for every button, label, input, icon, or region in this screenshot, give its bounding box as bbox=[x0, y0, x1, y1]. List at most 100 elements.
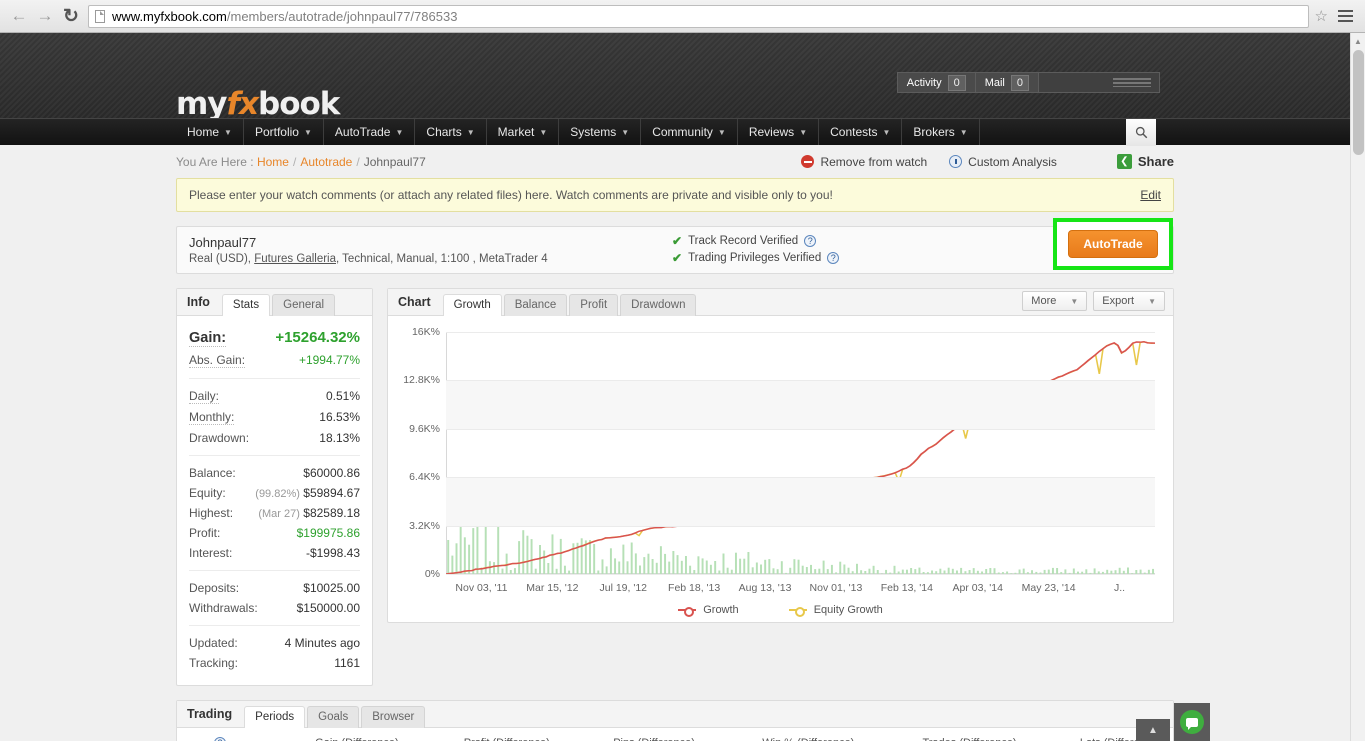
url-host: www.myfxbook.com bbox=[112, 8, 227, 24]
tab-periods[interactable]: Periods bbox=[244, 706, 306, 728]
hamburger-menu-icon[interactable] bbox=[1332, 10, 1359, 22]
nav-item-systems[interactable]: Systems ▼ bbox=[559, 119, 642, 145]
tab-drawdown[interactable]: Drawdown bbox=[620, 294, 697, 316]
chevron-up-icon[interactable]: ▲ bbox=[1136, 719, 1170, 741]
chat-launcher[interactable] bbox=[1174, 703, 1210, 741]
help-icon[interactable]: ? bbox=[827, 252, 840, 264]
forward-arrow-icon[interactable]: → bbox=[32, 3, 58, 29]
chart-panel-tabs: Chart Growth Balance Profit Drawdown Mor… bbox=[388, 289, 1173, 316]
profit-label: Profit: bbox=[189, 526, 221, 540]
nav-label: Charts bbox=[426, 125, 462, 139]
nav-item-autotrade[interactable]: AutoTrade ▼ bbox=[324, 119, 416, 145]
mail-button[interactable]: Mail 0 bbox=[976, 73, 1039, 92]
export-dropdown[interactable]: Export ▼ bbox=[1093, 291, 1165, 311]
watch-comments-notice: Please enter your watch comments (or att… bbox=[176, 178, 1174, 212]
equity-amount: $59894.67 bbox=[303, 486, 360, 500]
nav-label: Home bbox=[187, 125, 220, 139]
stat-row-balance: Balance: $60000.86 bbox=[189, 463, 360, 483]
mail-label: Mail bbox=[984, 76, 1005, 89]
notice-edit-link[interactable]: Edit bbox=[1140, 188, 1161, 202]
x-axis-tick-label: J.. bbox=[1114, 582, 1126, 594]
stat-row-deposits: Deposits: $10025.00 bbox=[189, 578, 360, 598]
nav-item-home[interactable]: Home ▼ bbox=[176, 119, 244, 145]
y-axis-tick-label: 16K% bbox=[411, 326, 440, 338]
scroll-up-icon[interactable]: ▲ bbox=[1351, 33, 1365, 49]
nav-label: Market bbox=[497, 125, 535, 139]
updated-value: 4 Minutes ago bbox=[284, 636, 360, 650]
chart-band bbox=[446, 477, 1155, 526]
export-label: Export bbox=[1102, 295, 1135, 307]
withdrawals-value: $150000.00 bbox=[296, 601, 360, 615]
check-icon: ✔ bbox=[672, 234, 683, 248]
activity-button[interactable]: Activity 0 bbox=[898, 73, 976, 92]
stats-panel-title: Info bbox=[187, 295, 210, 309]
nav-item-brokers[interactable]: Brokers ▼ bbox=[902, 119, 980, 145]
account-name: Johnpaul77 bbox=[189, 235, 257, 250]
gain-label: Gain: bbox=[189, 330, 227, 347]
breadcrumb-home[interactable]: Home bbox=[257, 155, 289, 169]
account-meta: Real (USD), Futures Galleria, Technical,… bbox=[189, 253, 548, 265]
growth-chart-plot[interactable]: 0% 3.2K% 6.4K% 9.6K% 12.8K% 16K% bbox=[403, 326, 1155, 580]
monthly-value: 16.53% bbox=[319, 410, 360, 424]
autotrade-button[interactable]: AutoTrade bbox=[1068, 230, 1158, 258]
highest-amount: $82589.18 bbox=[303, 506, 360, 520]
help-icon[interactable]: ? bbox=[214, 737, 226, 741]
chart-body[interactable]: 0% 3.2K% 6.4K% 9.6K% 12.8K% 16K% Nov 03, '11 M… bbox=[388, 316, 1173, 622]
nav-item-charts[interactable]: Charts ▼ bbox=[415, 119, 487, 145]
stat-row-daily: Daily: 0.51% bbox=[189, 386, 360, 407]
y-axis-tick-label: 0% bbox=[424, 568, 440, 580]
stat-row-equity: Equity: (99.82%) $59894.67 bbox=[189, 483, 360, 503]
legend-item-equity-growth[interactable]: Equity Growth bbox=[788, 604, 883, 617]
browser-toolbar: ← → ↻ www.myfxbook.com/members/autotrade… bbox=[0, 0, 1365, 33]
tab-goals[interactable]: Goals bbox=[307, 706, 360, 728]
nav-label: Contests bbox=[830, 125, 878, 139]
tab-browser[interactable]: Browser bbox=[361, 706, 426, 728]
stats-panel: Info Stats General Gain: +15264.32% Abs.… bbox=[176, 288, 373, 686]
stat-row-updated: Updated: 4 Minutes ago bbox=[189, 633, 360, 653]
share-button[interactable]: ❮ Share bbox=[1116, 154, 1174, 169]
stat-row-gain: Gain: +15264.32% bbox=[189, 326, 360, 350]
legend-item-growth[interactable]: Growth bbox=[678, 604, 739, 617]
equity-percent: (99.82%) bbox=[255, 488, 300, 500]
custom-analysis-button[interactable]: Custom Analysis bbox=[949, 155, 1057, 169]
reload-icon[interactable]: ↻ bbox=[58, 3, 84, 29]
star-icon[interactable]: ☆ bbox=[1315, 7, 1328, 25]
remove-circle-icon bbox=[801, 155, 815, 168]
nav-item-portfolio[interactable]: Portfolio ▼ bbox=[244, 119, 324, 145]
nav-item-community[interactable]: Community ▼ bbox=[641, 119, 738, 145]
tab-growth[interactable]: Growth bbox=[442, 294, 502, 316]
remove-from-watch-button[interactable]: Remove from watch bbox=[801, 155, 927, 169]
url-bar[interactable]: www.myfxbook.com/members/autotrade/johnp… bbox=[88, 4, 1309, 28]
logo-book: book bbox=[258, 86, 340, 122]
nav-item-reviews[interactable]: Reviews ▼ bbox=[738, 119, 820, 145]
scrollbar-thumb[interactable] bbox=[1353, 50, 1364, 155]
back-arrow-icon[interactable]: ← bbox=[6, 3, 32, 29]
y-axis-tick-label: 9.6K% bbox=[409, 422, 440, 435]
tab-stats[interactable]: Stats bbox=[221, 294, 271, 316]
nav-item-contests[interactable]: Contests ▼ bbox=[819, 119, 903, 145]
tab-general[interactable]: General bbox=[272, 294, 336, 316]
account-broker-link[interactable]: Futures Galleria bbox=[254, 253, 336, 265]
y-axis-tick-label: 12.8K% bbox=[403, 374, 440, 387]
deposits-label: Deposits: bbox=[189, 581, 240, 595]
page-scrollbar[interactable]: ▲ bbox=[1350, 33, 1365, 741]
gain-value: +15264.32% bbox=[275, 329, 360, 346]
nav-item-market[interactable]: Market ▼ bbox=[487, 119, 560, 145]
chat-widget[interactable]: ▲ bbox=[1136, 703, 1210, 741]
tab-balance[interactable]: Balance bbox=[503, 294, 568, 316]
myfxbook-logo[interactable]: myfxbook bbox=[176, 86, 340, 122]
chart-toolbar: More ▼ Export ▼ bbox=[1022, 291, 1165, 311]
more-dropdown[interactable]: More ▼ bbox=[1022, 291, 1088, 311]
tracking-value: 1161 bbox=[334, 656, 360, 670]
breadcrumb-autotrade[interactable]: Autotrade bbox=[300, 155, 352, 169]
url-path: /members/autotrade/johnpaul77/786533 bbox=[226, 8, 458, 24]
help-icon[interactable]: ? bbox=[804, 235, 817, 247]
deposits-value: $10025.00 bbox=[303, 581, 360, 595]
chevron-down-icon: ▼ bbox=[959, 127, 968, 137]
legend-marker-growth bbox=[678, 606, 697, 617]
search-icon[interactable] bbox=[1126, 119, 1156, 146]
divider bbox=[189, 570, 360, 571]
stat-row-tracking: Tracking: 1161 bbox=[189, 653, 360, 673]
tab-profit[interactable]: Profit bbox=[569, 294, 619, 316]
clock-icon bbox=[949, 155, 963, 168]
